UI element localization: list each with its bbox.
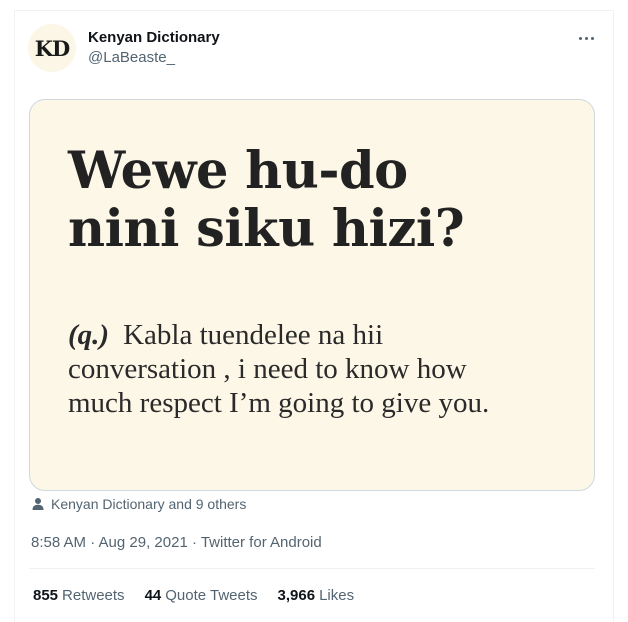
person-icon bbox=[32, 498, 44, 510]
author-name[interactable]: Kenyan Dictionary bbox=[88, 29, 220, 46]
tweet-stats: 855 Retweets 44 Quote Tweets 3,966 Likes bbox=[33, 587, 354, 604]
definition-line: conversation , i need to know how bbox=[68, 353, 467, 385]
retweets-count: 855 bbox=[33, 587, 59, 604]
definition-line: (q.) Kabla tuendelee na hii bbox=[68, 318, 588, 352]
author-handle[interactable]: @LaBeaste_ bbox=[88, 49, 175, 66]
headline-line: nini siku hizi? bbox=[68, 199, 465, 259]
retweets-stat[interactable]: 855 Retweets bbox=[33, 587, 125, 604]
quote-tweets-stat[interactable]: 44 Quote Tweets bbox=[145, 587, 258, 604]
headline-line: Wewe hu-do bbox=[68, 141, 408, 201]
part-of-speech: (q.) bbox=[68, 319, 110, 351]
tweet-image-card[interactable]: Wewe hu-do nini siku hizi? (q.) Kabla tue… bbox=[29, 99, 595, 491]
definition-line: much respect I’m going to give you. bbox=[68, 387, 490, 419]
likes-label: Likes bbox=[319, 587, 355, 604]
retweets-label: Retweets bbox=[62, 587, 125, 604]
card-headline: Wewe hu-do nini siku hizi? bbox=[68, 142, 588, 258]
likes-stat[interactable]: 3,966 Likes bbox=[278, 587, 355, 604]
divider bbox=[29, 568, 595, 569]
social-context-text: Kenyan Dictionary and 9 others bbox=[51, 496, 247, 512]
more-horizontal-icon[interactable] bbox=[570, 26, 602, 50]
likes-count: 3,966 bbox=[277, 587, 316, 604]
quote-tweets-label: Quote Tweets bbox=[165, 587, 258, 604]
avatar[interactable]: KD bbox=[28, 24, 76, 72]
definition-text: Kabla tuendelee na hii bbox=[123, 319, 384, 351]
quote-tweets-count: 44 bbox=[144, 587, 162, 604]
card-definition: (q.) Kabla tuendelee na hii conversation … bbox=[68, 318, 588, 420]
social-context[interactable]: Kenyan Dictionary and 9 others bbox=[31, 496, 246, 512]
tweet-timestamp[interactable]: 8:58 AM · Aug 29, 2021 · Twitter for And… bbox=[31, 534, 322, 551]
